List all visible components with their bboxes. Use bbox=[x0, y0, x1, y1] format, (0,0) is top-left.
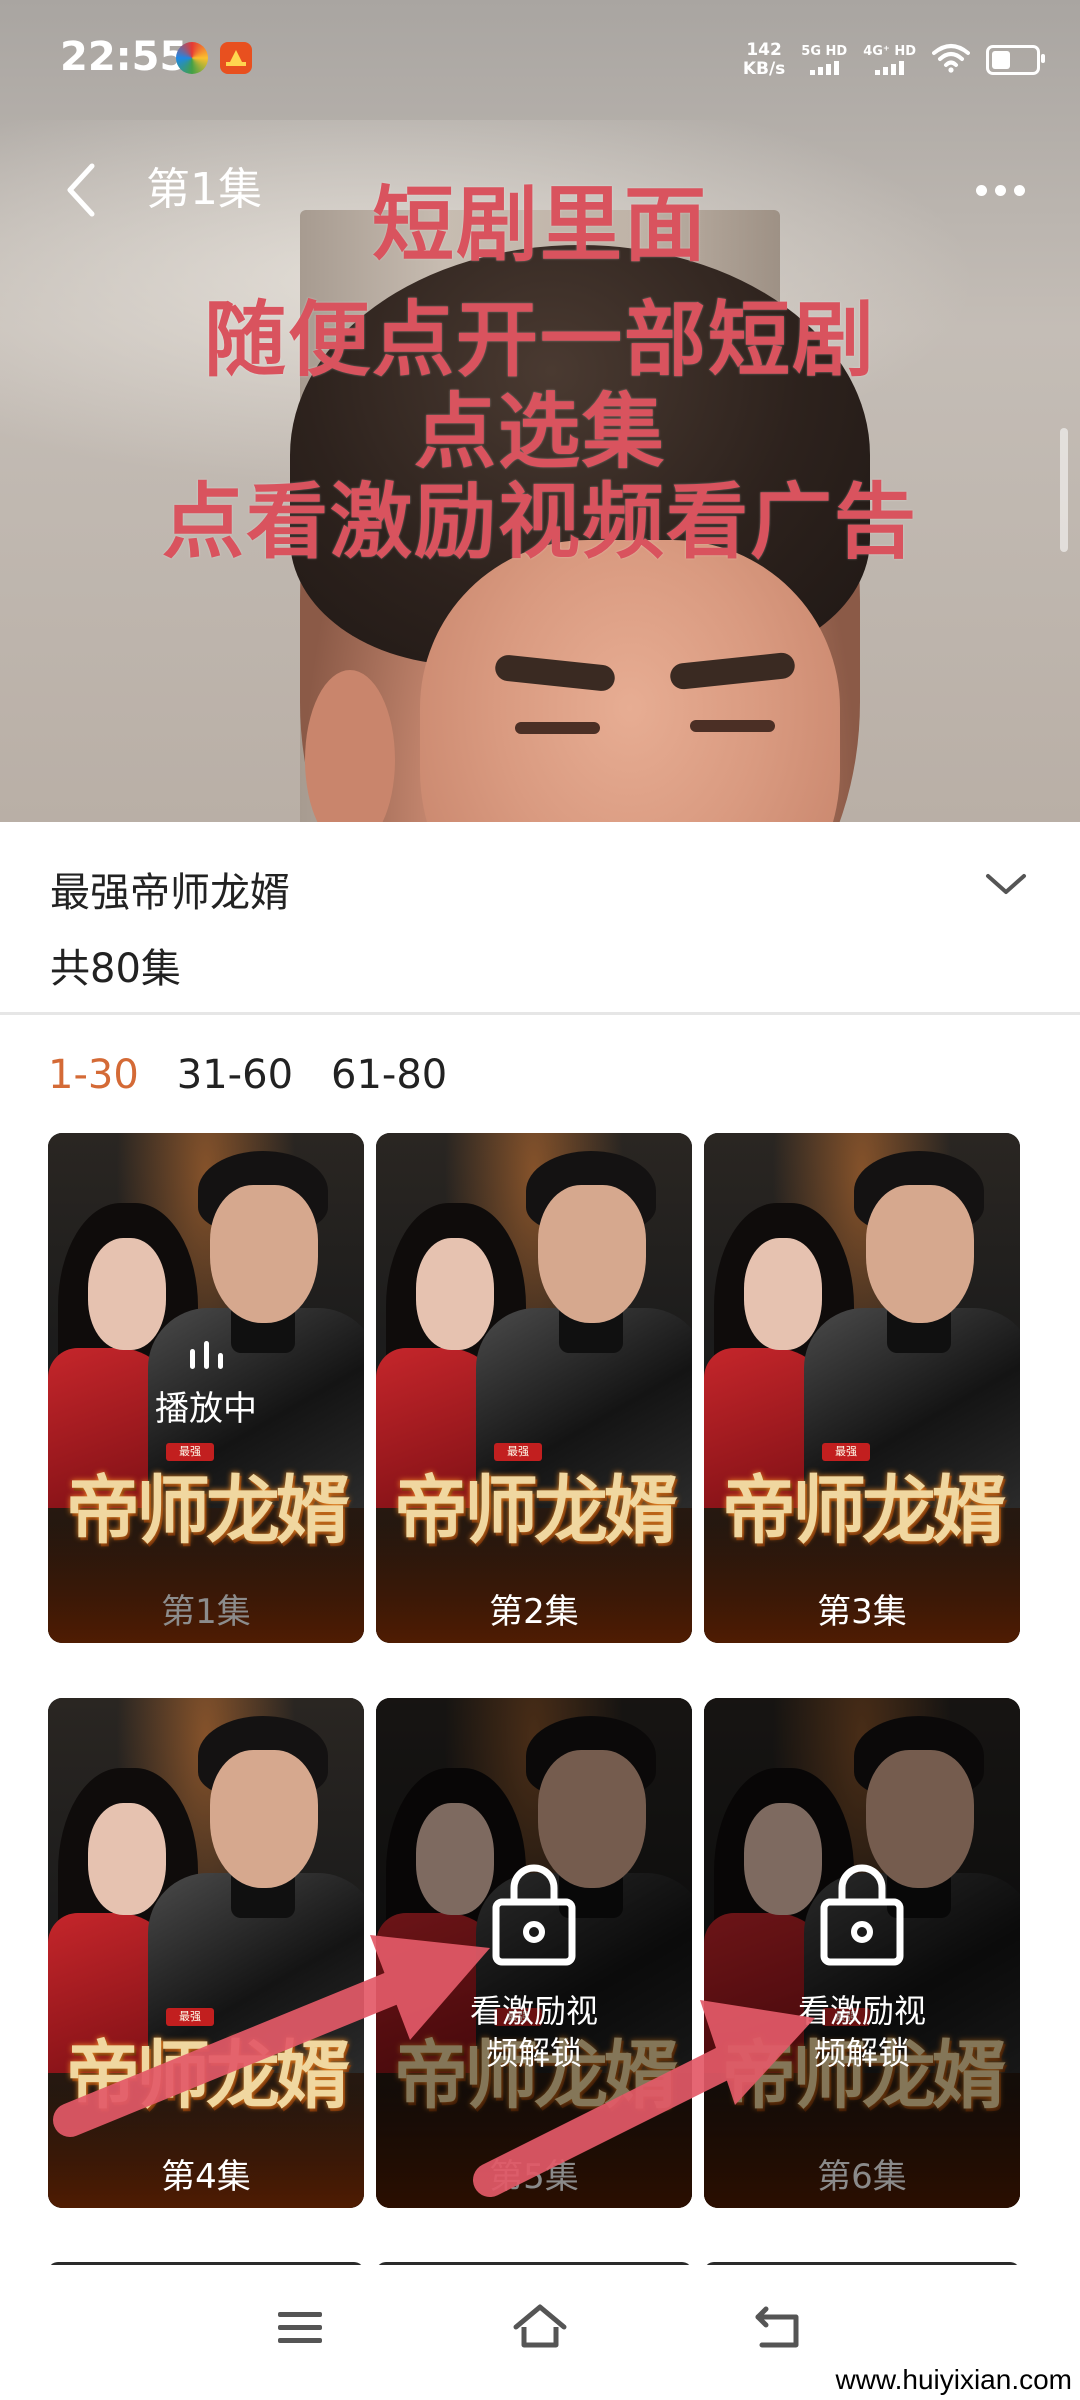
back-nav-button[interactable] bbox=[750, 2297, 810, 2357]
home-icon bbox=[513, 2304, 567, 2348]
arrow-icon bbox=[473, 2000, 815, 2197]
watermark-text: www.huiyixian.com bbox=[835, 2364, 1072, 2395]
arrow-icon bbox=[53, 1935, 490, 2137]
system-nav-bar: www.huiyixian.com bbox=[0, 2265, 1080, 2400]
menu-button[interactable] bbox=[270, 2297, 330, 2357]
home-button[interactable] bbox=[510, 2297, 570, 2357]
back-icon bbox=[755, 2306, 799, 2348]
annotation-arrows bbox=[53, 1935, 815, 2197]
page: 短剧里面 随便点开一部短剧 点选集 点看激励视频看广告 22:55 142 KB… bbox=[0, 0, 1080, 2400]
menu-icon bbox=[278, 2312, 322, 2343]
